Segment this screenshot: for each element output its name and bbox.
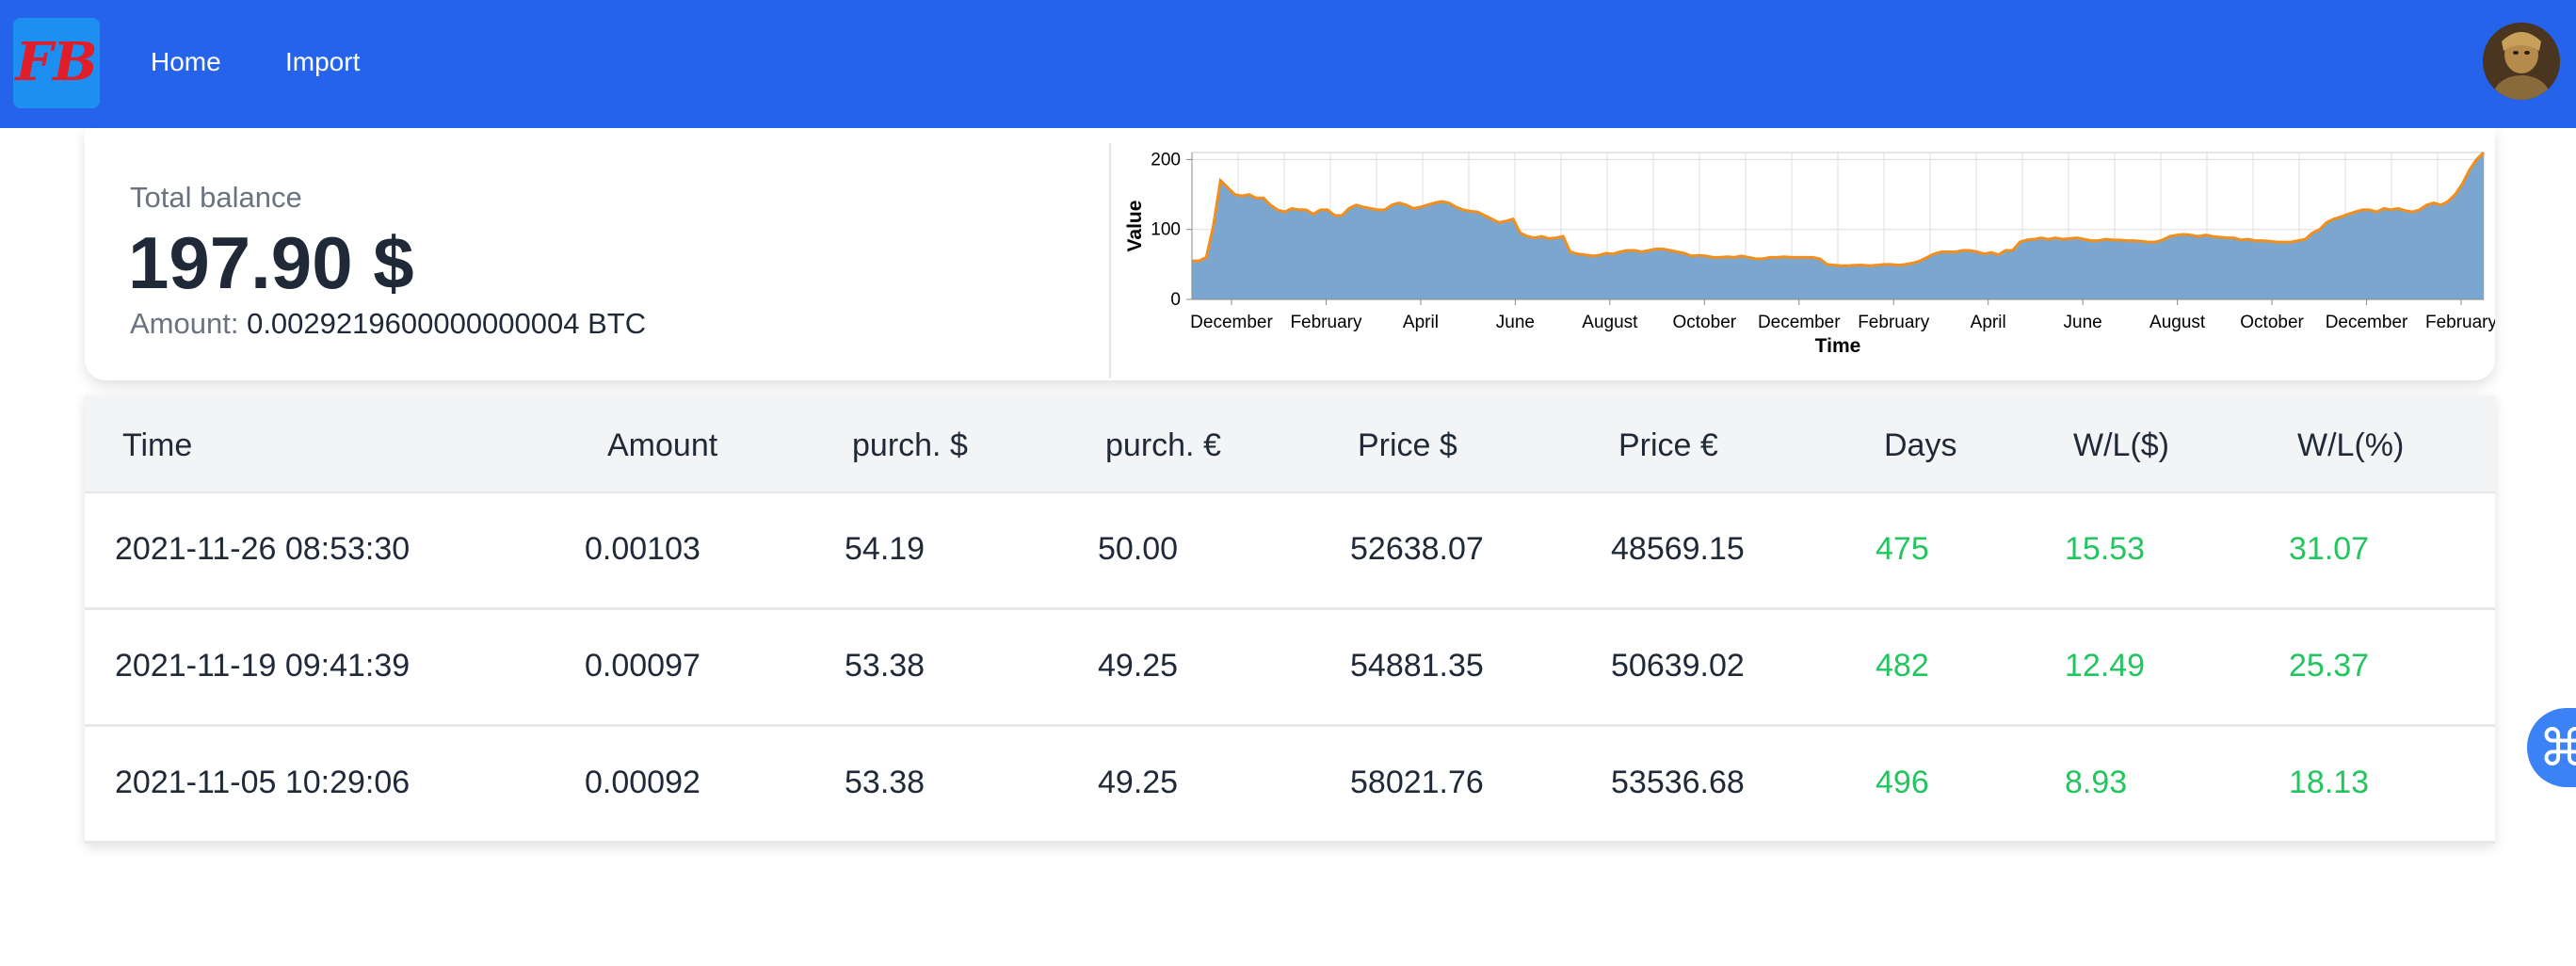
x-tick-label: December <box>1758 313 1841 332</box>
table-row[interactable]: 2021-11-05 10:29:06 0.00092 53.38 49.25 … <box>85 727 2495 844</box>
cell-days: 475 <box>1876 531 1929 567</box>
header-price-eur[interactable]: Price € <box>1618 427 1718 464</box>
cell-amount: 0.00092 <box>585 765 700 800</box>
nav-home-link[interactable]: Home <box>151 47 221 77</box>
x-tick-label: December <box>2326 313 2408 332</box>
total-balance-label: Total balance <box>130 181 302 214</box>
x-tick-label: February <box>1290 313 1362 332</box>
header-time[interactable]: Time <box>122 427 192 464</box>
cell-purch-eur: 50.00 <box>1098 531 1179 567</box>
x-tick-label: June <box>1496 313 1535 332</box>
table-row[interactable]: 2021-11-26 08:53:30 0.00103 54.19 50.00 … <box>85 493 2495 610</box>
cell-price-usd: 52638.07 <box>1350 531 1484 567</box>
cell-purch-usd: 53.38 <box>845 648 926 684</box>
amount-label: Amount: <box>130 307 239 340</box>
amount-row: Amount: 0.0029219600000000004 BTC <box>130 307 646 341</box>
cell-price-eur: 48569.15 <box>1611 531 1745 567</box>
x-tick-label: October <box>1673 313 1737 332</box>
header-days[interactable]: Days <box>1884 427 1956 464</box>
logo-text: FB <box>13 31 97 93</box>
cell-wl-usd: 8.93 <box>2065 765 2128 800</box>
summary-divider <box>1109 143 1111 378</box>
x-tick-label: June <box>2064 313 2102 332</box>
cell-price-eur: 53536.68 <box>1611 765 1745 800</box>
cell-wl-usd: 15.53 <box>2065 531 2146 567</box>
header-purch-usd[interactable]: purch. $ <box>852 427 968 464</box>
table-row[interactable]: 2021-11-19 09:41:39 0.00097 53.38 49.25 … <box>85 610 2495 727</box>
x-tick-label: April <box>1971 313 2006 332</box>
cell-purch-usd: 54.19 <box>845 531 926 567</box>
cell-purch-usd: 53.38 <box>845 765 926 800</box>
cell-price-usd: 58021.76 <box>1350 765 1484 800</box>
balance-chart-container: 0 100 200 December February April June August Oc… <box>1120 143 2495 369</box>
cell-amount: 0.00103 <box>585 531 700 567</box>
balance-area-chart: 0 100 200 December February April June August Oc… <box>1124 150 2495 357</box>
cell-purch-eur: 49.25 <box>1098 648 1179 684</box>
cell-wl-pct: 18.13 <box>2289 765 2370 800</box>
cell-amount: 0.00097 <box>585 648 700 684</box>
x-tick-label: February <box>1858 313 1930 332</box>
header-wl-usd[interactable]: W/L($) <box>2073 427 2169 464</box>
cell-time: 2021-11-05 10:29:06 <box>115 765 411 800</box>
header-amount[interactable]: Amount <box>607 427 717 464</box>
cell-purch-eur: 49.25 <box>1098 765 1179 800</box>
total-balance-value: 197.90 $ <box>128 221 414 304</box>
header-wl-pct[interactable]: W/L(%) <box>2297 427 2404 464</box>
nav-import-link[interactable]: Import <box>285 47 360 77</box>
y-tick-label: 0 <box>1170 290 1181 310</box>
table-header: Time Amount purch. $ purch. € Price $ Pr… <box>85 395 2495 493</box>
purchases-table: Time Amount purch. $ purch. € Price $ Pr… <box>85 395 2495 844</box>
y-tick-label: 100 <box>1151 220 1181 240</box>
x-tick-label: April <box>1403 313 1439 332</box>
x-tick-label: October <box>2240 313 2304 332</box>
header-purch-eur[interactable]: purch. € <box>1105 427 1221 464</box>
user-avatar-icon[interactable] <box>2483 23 2560 100</box>
cell-days: 482 <box>1876 648 1929 684</box>
cell-wl-pct: 25.37 <box>2289 648 2370 684</box>
x-axis-title: Time <box>1815 335 1861 357</box>
app-logo[interactable]: FB <box>13 18 100 108</box>
x-tick-label: August <box>1582 313 1638 332</box>
header-price-usd[interactable]: Price $ <box>1358 427 1457 464</box>
cell-wl-usd: 12.49 <box>2065 648 2146 684</box>
amount-value: 0.0029219600000000004 BTC <box>247 307 647 340</box>
cell-time: 2021-11-19 09:41:39 <box>115 648 411 684</box>
y-axis-title: Value <box>1124 201 1146 252</box>
y-tick-label: 200 <box>1151 150 1181 169</box>
x-tick-label: February <box>2425 313 2495 332</box>
cell-days: 496 <box>1876 765 1929 800</box>
fb-logo-icon: FB <box>13 31 97 93</box>
cell-price-eur: 50639.02 <box>1611 648 1745 684</box>
cell-wl-pct: 31.07 <box>2289 531 2370 567</box>
command-icon[interactable]: ⌘ <box>2527 708 2576 787</box>
navbar: FB Home Import <box>0 0 2576 128</box>
cell-time: 2021-11-26 08:53:30 <box>115 531 411 567</box>
x-tick-label: August <box>2149 313 2206 332</box>
cell-price-usd: 54881.35 <box>1350 648 1484 684</box>
x-tick-label: December <box>1190 313 1273 332</box>
